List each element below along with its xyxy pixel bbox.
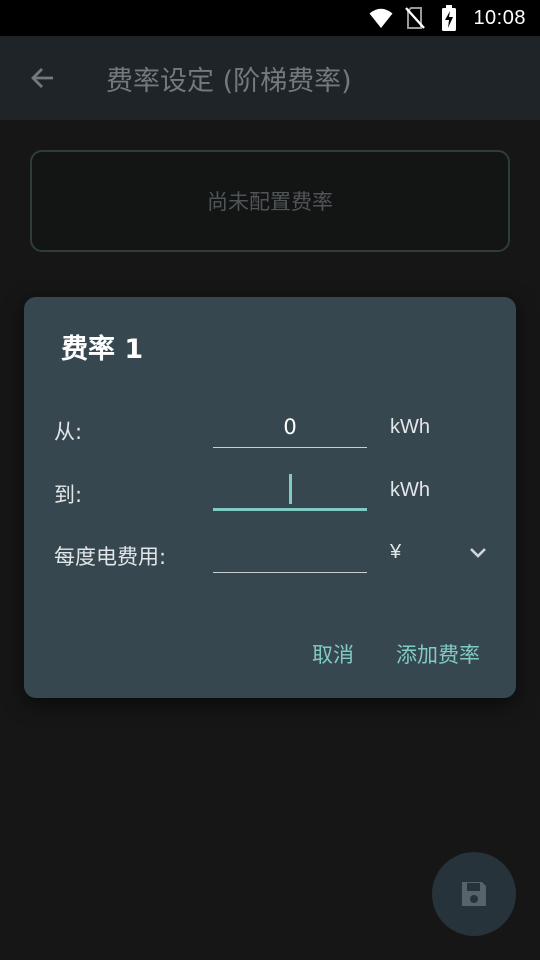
dialog-title: 费率 1 — [61, 334, 144, 365]
from-label: 从: — [54, 420, 83, 444]
empty-rates-card: 尚未配置费率 — [30, 150, 510, 252]
to-input[interactable] — [213, 469, 367, 511]
status-bar: 10:08 — [0, 0, 540, 36]
status-time: 10:08 — [473, 6, 526, 29]
cost-input[interactable] — [213, 531, 367, 573]
rate-dialog: 费率 1 从: 0 kWh 到: kWh 每度电费用: ¥ 取消 添加费率 — [24, 297, 516, 698]
to-label: 到: — [54, 483, 83, 507]
chevron-down-icon — [470, 548, 486, 558]
cancel-button[interactable]: 取消 — [312, 639, 354, 669]
cost-label: 每度电费用: — [54, 545, 167, 569]
from-input[interactable]: 0 — [213, 406, 367, 448]
currency-dropdown[interactable] — [464, 539, 492, 567]
wifi-icon — [369, 6, 393, 30]
screen: 10:08 费率设定 (阶梯费率) 尚未配置费率 费率 1 从: 0 kWh 到… — [0, 0, 540, 960]
app-bar: 费率设定 (阶梯费率) — [0, 36, 540, 120]
to-unit: kWh — [390, 479, 430, 501]
dialog-actions: 取消 添加费率 — [312, 639, 480, 669]
save-icon — [462, 882, 486, 906]
back-button[interactable] — [12, 48, 72, 108]
text-cursor — [288, 473, 292, 504]
battery-charging-icon — [437, 5, 461, 31]
add-rate-button[interactable]: 添加费率 — [396, 639, 480, 669]
page-title: 费率设定 (阶梯费率) — [106, 65, 352, 97]
cost-row: 每度电费用: ¥ — [24, 527, 516, 577]
currency-unit: ¥ — [390, 541, 402, 563]
no-sim-icon — [403, 6, 427, 30]
save-fab[interactable] — [432, 852, 516, 936]
from-unit: kWh — [390, 416, 430, 438]
arrow-back-icon — [31, 68, 53, 88]
from-row: 从: 0 kWh — [24, 402, 516, 452]
empty-rates-message: 尚未配置费率 — [207, 190, 333, 214]
to-row: 到: kWh — [24, 465, 516, 515]
